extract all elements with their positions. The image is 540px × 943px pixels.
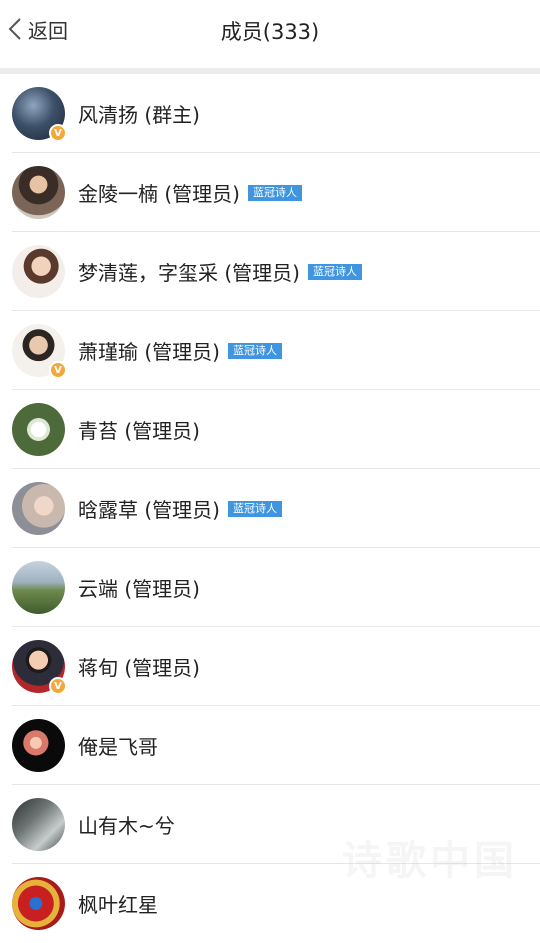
member-row[interactable]: V 风清扬 (群主) xyxy=(0,74,540,153)
avatar xyxy=(12,561,65,614)
member-row[interactable]: 云端 (管理员) xyxy=(0,548,540,627)
avatar xyxy=(12,719,65,772)
avatar xyxy=(12,245,65,298)
member-name: 青苔 (管理员) xyxy=(78,419,200,443)
member-row[interactable]: 山有木~兮 xyxy=(0,785,540,864)
member-name: 俺是飞哥 xyxy=(78,735,158,759)
avatar: V xyxy=(12,87,67,142)
vip-tag: 蓝冠诗人 xyxy=(307,263,362,280)
member-row[interactable]: 晗露草 (管理员) 蓝冠诗人 xyxy=(0,469,540,548)
member-name: 风清扬 (群主) xyxy=(78,103,200,127)
member-row[interactable]: V 萧瑾瑜 (管理员) 蓝冠诗人 xyxy=(0,311,540,390)
member-name: 云端 (管理员) xyxy=(78,577,200,601)
member-name: 枫叶红星 xyxy=(78,893,158,917)
member-row[interactable]: 青苔 (管理员) xyxy=(0,390,540,469)
member-name: 蒋旬 (管理员) xyxy=(78,656,200,680)
page-title: 成员(333) xyxy=(220,20,320,44)
vip-tag: 蓝冠诗人 xyxy=(247,184,302,201)
member-name: 山有木~兮 xyxy=(78,814,175,838)
avatar: V xyxy=(12,640,67,695)
nav-bar: 返回 成员(333) xyxy=(0,0,540,68)
member-row[interactable]: 枫叶红星 xyxy=(0,864,540,943)
member-name: 梦清莲，字玺采 (管理员) xyxy=(78,261,300,285)
avatar xyxy=(12,798,65,851)
avatar xyxy=(12,877,65,930)
member-list: V 风清扬 (群主) 金陵一楠 (管理员) 蓝冠诗人 梦清莲，字玺采 (管理员)… xyxy=(0,74,540,943)
avatar xyxy=(12,166,65,219)
verified-icon: V xyxy=(49,124,67,142)
vip-tag: 蓝冠诗人 xyxy=(227,500,282,517)
member-row[interactable]: V 蒋旬 (管理员) xyxy=(0,627,540,706)
avatar: V xyxy=(12,324,67,379)
avatar xyxy=(12,482,65,535)
member-row[interactable]: 金陵一楠 (管理员) 蓝冠诗人 xyxy=(0,153,540,232)
member-name: 萧瑾瑜 (管理员) xyxy=(78,340,220,364)
verified-icon: V xyxy=(49,361,67,379)
vip-tag: 蓝冠诗人 xyxy=(227,342,282,359)
member-name: 金陵一楠 (管理员) xyxy=(78,182,240,206)
member-name: 晗露草 (管理员) xyxy=(78,498,220,522)
member-row[interactable]: 俺是飞哥 xyxy=(0,706,540,785)
avatar xyxy=(12,403,65,456)
member-row[interactable]: 梦清莲，字玺采 (管理员) 蓝冠诗人 xyxy=(0,232,540,311)
verified-icon: V xyxy=(49,677,67,695)
